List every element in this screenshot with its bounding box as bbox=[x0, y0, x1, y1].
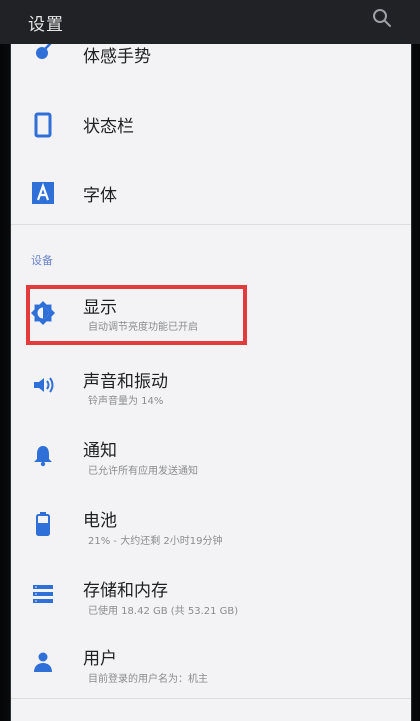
item-title: 状态栏 bbox=[83, 117, 134, 137]
item-subtitle: 已使用 18.42 GB (共 53.21 GB) bbox=[88, 606, 239, 617]
item-title: 体感手势 bbox=[83, 47, 151, 67]
section-divider bbox=[11, 224, 411, 225]
bottom-divider bbox=[11, 698, 411, 699]
user-icon bbox=[34, 652, 52, 672]
gesture-icon bbox=[36, 44, 52, 59]
list-item-sound[interactable]: 声音和振动 铃声音量为 14% bbox=[11, 350, 411, 418]
bell-icon bbox=[34, 446, 52, 467]
list-item-battery[interactable]: 电池 21% - 大约还剩 2小时19分钟 bbox=[11, 490, 411, 558]
section-header-device: 设备 bbox=[31, 254, 53, 267]
top-app-bar: 设置 bbox=[0, 0, 420, 44]
item-subtitle: 已允许所有应用发送通知 bbox=[88, 466, 198, 477]
highlight-box bbox=[26, 285, 247, 345]
battery-icon bbox=[36, 512, 50, 536]
item-title: 声音和振动 bbox=[83, 372, 168, 392]
item-title: 通知 bbox=[83, 441, 117, 461]
settings-list[interactable]: 体感手势 状态栏 字体 设备 显示 自动调节亮度功能已开启 声音和振动 铃声音量… bbox=[10, 44, 412, 721]
volume-icon bbox=[34, 377, 54, 393]
list-item-notifications[interactable]: 通知 已允许所有应用发送通知 bbox=[11, 420, 411, 488]
page-title: 设置 bbox=[28, 15, 64, 35]
list-item-status-bar[interactable]: 状态栏 bbox=[11, 90, 411, 158]
storage-icon bbox=[33, 585, 53, 603]
item-title: 电池 bbox=[83, 511, 117, 531]
item-subtitle: 目前登录的用户名为：机主 bbox=[88, 674, 208, 685]
phone-screen: 设置 体感手势 状态栏 字体 设备 显示 自动调节亮度功能已开启 声音和振动 铃… bbox=[0, 0, 420, 721]
list-item-users[interactable]: 用户 目前登录的用户名为：机主 bbox=[11, 630, 411, 698]
item-subtitle: 铃声音量为 14% bbox=[88, 396, 164, 407]
item-title: 字体 bbox=[83, 186, 117, 206]
list-item-gesture[interactable]: 体感手势 bbox=[11, 44, 411, 88]
item-title: 用户 bbox=[83, 649, 117, 669]
list-item-font[interactable]: 字体 bbox=[11, 158, 411, 226]
font-icon bbox=[32, 182, 54, 204]
item-subtitle: 21% - 大约还剩 2小时19分钟 bbox=[88, 536, 223, 547]
status-bar-icon bbox=[34, 112, 52, 138]
search-icon[interactable] bbox=[370, 6, 394, 30]
list-item-storage[interactable]: 存储和内存 已使用 18.42 GB (共 53.21 GB) bbox=[11, 560, 411, 628]
item-title: 存储和内存 bbox=[83, 581, 168, 601]
